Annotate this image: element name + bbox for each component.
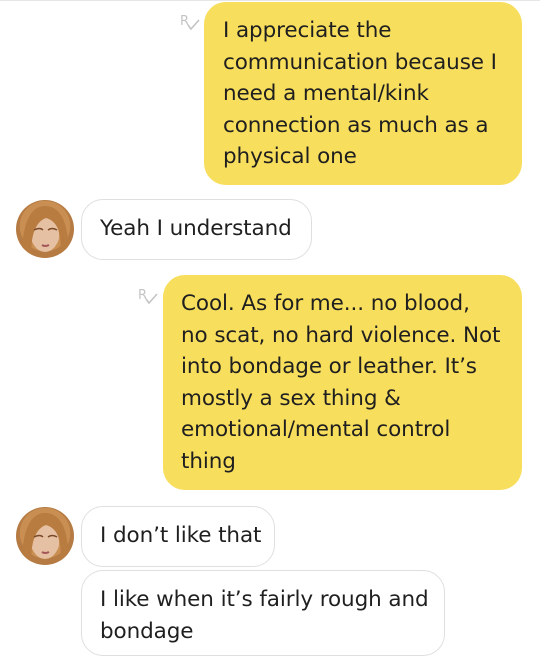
message-text: I don’t like that (100, 523, 262, 548)
svg-text:R: R (138, 288, 147, 303)
svg-text:R: R (180, 14, 189, 29)
incoming-message-bubble[interactable]: I like when it’s fairly rough and bondag… (81, 570, 445, 656)
top-divider (0, 0, 540, 1)
message-text: Yeah I understand (100, 216, 292, 241)
contact-avatar[interactable] (16, 200, 74, 258)
read-receipt-icon: R (137, 285, 159, 307)
read-receipt-icon: R (179, 11, 201, 33)
incoming-message-bubble[interactable]: Yeah I understand (81, 199, 312, 260)
contact-avatar[interactable] (16, 507, 74, 565)
chat-screen: R I appreciate the communication because… (0, 0, 540, 658)
message-text: I like when it’s fairly rough and bondag… (100, 587, 429, 644)
incoming-message-bubble[interactable]: I don’t like that (81, 506, 275, 567)
outgoing-message-bubble[interactable]: I appreciate the communication because I… (204, 2, 522, 185)
message-text: I appreciate the communication because I… (223, 18, 497, 169)
message-text: Cool. As for me... no blood, no scat, no… (181, 291, 501, 474)
outgoing-message-bubble[interactable]: Cool. As for me... no blood, no scat, no… (163, 275, 522, 490)
